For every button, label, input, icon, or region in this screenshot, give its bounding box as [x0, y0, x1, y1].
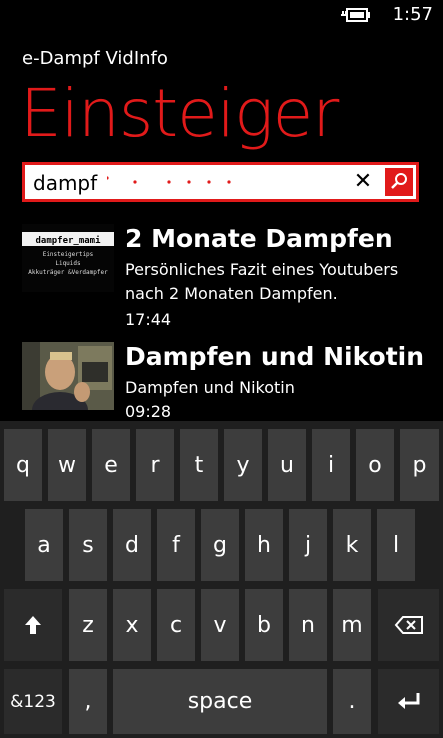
numbers-key[interactable]: &123: [4, 669, 62, 734]
search-button[interactable]: [385, 168, 413, 196]
enter-icon: [397, 692, 419, 709]
on-screen-keyboard: q w e r t y u i o p a s d f g h j k l z …: [0, 421, 443, 738]
shift-arrow-icon: [25, 616, 41, 634]
key-d[interactable]: d: [113, 509, 151, 581]
key-u[interactable]: u: [268, 429, 306, 501]
key-p[interactable]: p: [400, 429, 439, 501]
video-title: 2 Monate Dampfen: [125, 224, 393, 253]
list-item[interactable]: dampfer_mami Einsteigertips Liquids Akku…: [0, 220, 443, 335]
search-box[interactable]: ✕: [22, 162, 419, 202]
thumb-line: dampfer_mami: [35, 235, 101, 246]
key-z[interactable]: z: [69, 589, 107, 661]
thumb-line: Liquids: [55, 260, 81, 267]
video-description: Persönliches Fazit eines Youtubers nach …: [125, 260, 399, 303]
thumb-line: Akkuträger &Verdampfer: [28, 269, 108, 276]
key-o[interactable]: o: [356, 429, 394, 501]
key-s[interactable]: s: [69, 509, 107, 581]
video-thumbnail: [22, 342, 114, 410]
key-a[interactable]: a: [25, 509, 63, 581]
key-m[interactable]: m: [333, 589, 371, 661]
close-icon[interactable]: ✕: [351, 169, 375, 195]
key-y[interactable]: y: [224, 429, 262, 501]
key-v[interactable]: v: [201, 589, 239, 661]
space-key[interactable]: space: [113, 669, 327, 734]
backspace-key[interactable]: [378, 589, 439, 661]
thumb-line: Einsteigertips: [43, 251, 94, 258]
page-title: Einsteiger: [20, 75, 339, 152]
key-t[interactable]: t: [180, 429, 218, 501]
app-title: e-Dampf VidInfo: [22, 48, 168, 69]
comma-key[interactable]: ,: [69, 669, 107, 734]
key-b[interactable]: b: [245, 589, 283, 661]
video-duration: 17:44: [125, 310, 172, 329]
video-description: Dampfen und Nikotin: [125, 378, 295, 397]
key-n[interactable]: n: [289, 589, 327, 661]
key-q[interactable]: q: [4, 429, 42, 501]
search-icon: [391, 173, 407, 189]
key-c[interactable]: c: [157, 589, 195, 661]
video-duration: 09:28: [125, 402, 172, 421]
key-r[interactable]: r: [136, 429, 174, 501]
key-g[interactable]: g: [201, 509, 239, 581]
key-f[interactable]: f: [157, 509, 195, 581]
key-e[interactable]: e: [92, 429, 130, 501]
video-title: Dampfen und Nikotin: [125, 342, 425, 371]
key-h[interactable]: h: [245, 509, 283, 581]
key-w[interactable]: w: [48, 429, 86, 501]
key-l[interactable]: l: [377, 509, 415, 581]
key-x[interactable]: x: [113, 589, 151, 661]
clock: 1:57: [392, 4, 433, 25]
spellcheck-dots: [107, 176, 231, 184]
enter-key[interactable]: [378, 669, 439, 734]
key-i[interactable]: i: [312, 429, 350, 501]
shift-key[interactable]: [4, 589, 62, 661]
battery-charging-icon: [341, 8, 370, 22]
key-j[interactable]: j: [289, 509, 327, 581]
video-thumbnail: dampfer_mami Einsteigertips Liquids Akku…: [22, 224, 114, 292]
status-bar: 1:57: [0, 0, 443, 32]
key-k[interactable]: k: [333, 509, 371, 581]
backspace-icon: [394, 616, 423, 634]
period-key[interactable]: .: [333, 669, 371, 734]
